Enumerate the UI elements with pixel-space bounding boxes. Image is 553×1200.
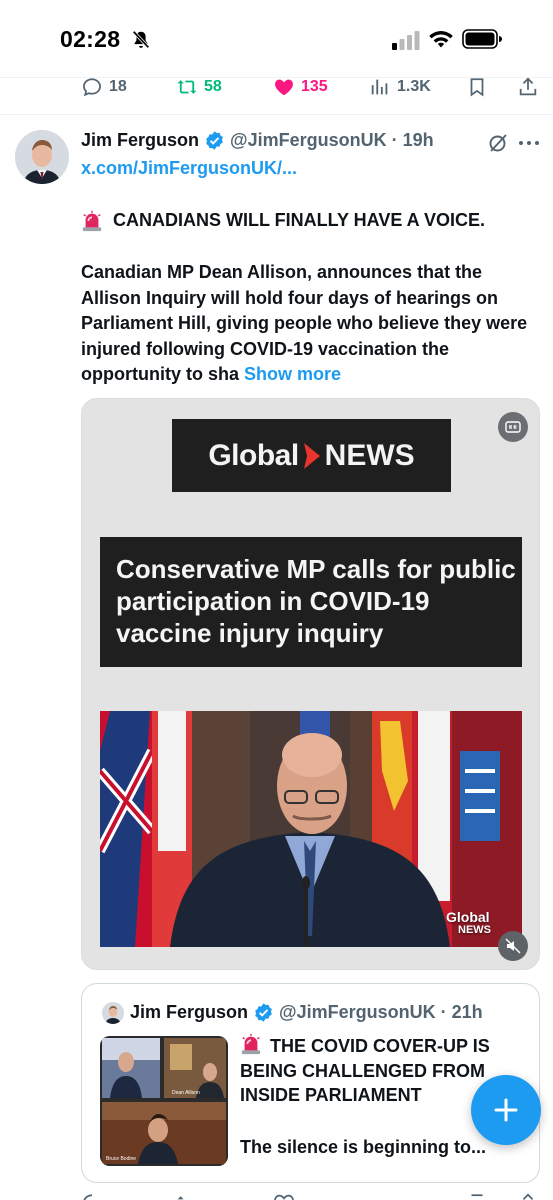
share-icon: [522, 1193, 534, 1200]
wifi-icon: [429, 31, 453, 48]
watermark-news: NEWS: [458, 924, 491, 936]
quoted-author-line: Jim Ferguson @JimFergusonUK · 21h: [130, 1002, 483, 1023]
mute-button[interactable]: [498, 931, 528, 961]
news-headline-box: Conservative MP calls for public partici…: [100, 537, 522, 667]
bookmark-icon: [471, 1194, 483, 1197]
show-more-link[interactable]: Show more: [244, 364, 341, 384]
quoted-handle-time: @JimFergusonUK · 21h: [279, 1002, 483, 1022]
views-button[interactable]: 1.3K: [369, 76, 431, 98]
watermark-global: Global: [446, 909, 490, 925]
like-button[interactable]: 135: [273, 76, 328, 98]
quoted-tweet-snippet: The silence is beginning to...: [240, 1137, 487, 1157]
like-count: 135: [301, 78, 328, 95]
reply-button[interactable]: 18: [81, 76, 127, 98]
tweet-divider: [0, 114, 553, 115]
author-handle-time[interactable]: @JimFergusonUK · 19h: [230, 130, 434, 151]
captions-button[interactable]: [498, 412, 528, 442]
tweet-headline-text: CANADIANS WILL FINALLY HAVE A VOICE.: [113, 210, 486, 230]
thumb-caption-2: Bruce Bodine: [106, 1156, 136, 1162]
siren-emoji-icon: [82, 210, 102, 231]
quoted-tweet-card[interactable]: Jim Ferguson @JimFergusonUK · 21h Dean A…: [81, 983, 540, 1183]
video-watermark: Global NEWS: [446, 909, 491, 937]
next-action-row-partial: [0, 1188, 553, 1200]
tweet-author-line: Jim Ferguson @JimFergusonUK · 19h: [81, 130, 434, 151]
compose-button[interactable]: [471, 1075, 541, 1145]
battery-icon: [462, 29, 502, 49]
quoted-author-avatar: [102, 1002, 124, 1024]
tweet-link[interactable]: x.com/JimFergusonUK/...: [81, 158, 297, 179]
repost-count: 58: [204, 78, 222, 95]
repost-button[interactable]: 58: [176, 76, 222, 98]
author-name[interactable]: Jim Ferguson: [81, 130, 199, 151]
status-bar: 02:28: [0, 0, 553, 80]
heart-filled-icon: [275, 79, 293, 96]
logo-news-text: NEWS: [324, 438, 415, 472]
views-icon: [371, 79, 388, 95]
author-avatar[interactable]: [15, 130, 69, 184]
news-headline-text: Conservative MP calls for public partici…: [116, 554, 516, 648]
previous-tweet-actions: 18 58 135 1.3K: [0, 76, 553, 102]
share-button[interactable]: [517, 76, 539, 98]
plus-icon: [494, 1098, 518, 1122]
reply-count: 18: [109, 78, 127, 95]
bell-slash-icon: [132, 30, 150, 49]
verified-badge-icon: [206, 131, 223, 150]
chevron-logo-icon: [303, 442, 320, 469]
quoted-tweet-thumbnail: Dean Allison Bruce Bodine: [100, 1036, 228, 1166]
heart-icon: [274, 1194, 294, 1200]
thumb-caption-1: Dean Allison: [172, 1090, 200, 1096]
global-news-logo: Global NEWS: [172, 419, 451, 492]
bookmark-button[interactable]: [466, 76, 488, 98]
video-player[interactable]: Global NEWS Conservative MP calls for pu…: [81, 398, 540, 970]
tweet-body: Canadian MP Dean Allison, announces that…: [81, 260, 541, 388]
bookmark-icon: [470, 78, 484, 97]
quoted-author-name: Jim Ferguson: [130, 1002, 249, 1022]
cellular-signal-icon: [392, 31, 420, 50]
repost-icon: [177, 1196, 184, 1200]
logo-global-text: Global: [208, 438, 299, 472]
tweet-headline: CANADIANS WILL FINALLY HAVE A VOICE.: [81, 208, 541, 234]
verified-badge-icon: [255, 1003, 272, 1022]
share-icon: [519, 77, 537, 96]
repost-icon: [177, 80, 197, 94]
status-time: 02:28: [60, 26, 121, 52]
grok-icon[interactable]: [486, 131, 510, 155]
views-count: 1.3K: [397, 78, 431, 95]
reply-icon: [83, 78, 101, 97]
captions-icon: [505, 421, 521, 433]
muted-speaker-icon: [505, 938, 521, 954]
siren-emoji-icon: [241, 1033, 261, 1055]
quoted-tweet-headline: THE COVID COVER-UP IS BEING CHALLENGED F…: [240, 1036, 490, 1105]
reply-icon: [83, 1194, 93, 1200]
video-frame[interactable]: Global NEWS: [100, 711, 522, 947]
more-options-icon[interactable]: [517, 133, 541, 153]
